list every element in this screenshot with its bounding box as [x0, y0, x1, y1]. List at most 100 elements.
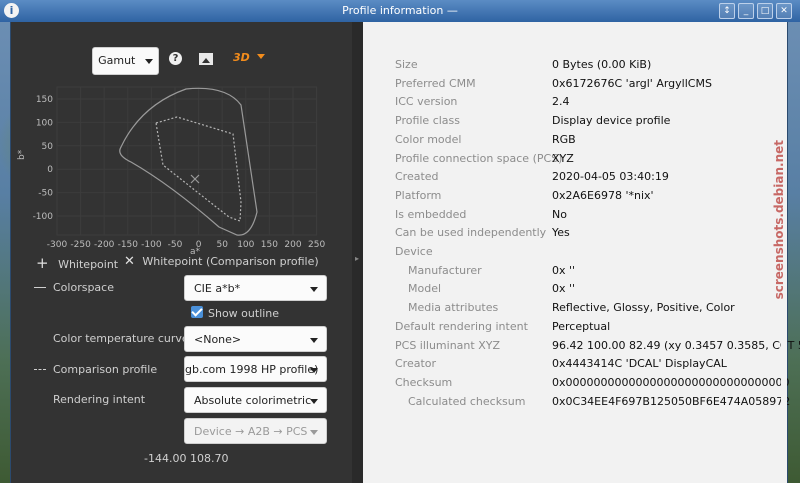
property-key: Can be used independently [395, 226, 547, 240]
comparison-profile-select[interactable]: gb.com 1998 HP profile) [184, 356, 327, 382]
property-row: Created 2020-04-05 03:40:19 [363, 167, 787, 186]
rendering-intent-value: Absolute colorimetric [194, 394, 312, 407]
pane-splitter[interactable]: ▸ [352, 22, 363, 483]
property-key: Color model [395, 132, 462, 146]
property-row: Default rendering intent Perceptual [363, 317, 787, 336]
x-tick-label: 150 [261, 240, 278, 250]
show-outline-checkbox[interactable] [191, 306, 203, 318]
direction-value: Device → A2B → PCS [194, 425, 308, 438]
comparison-profile-label: Comparison profile [53, 363, 158, 376]
y-tick-label: 100 [36, 118, 53, 128]
property-row: Color model RGB [363, 130, 787, 149]
x-tick-label: -200 [94, 240, 115, 250]
3d-view-icon[interactable]: 3D [233, 51, 250, 64]
colorspace-value: CIE a*b* [194, 282, 241, 295]
solid-line-icon [34, 287, 46, 288]
x-tick-label: 200 [284, 240, 301, 250]
3d-dropdown-icon[interactable] [257, 54, 265, 59]
x-tick-label: -250 [70, 240, 91, 250]
minimize-icon[interactable]: _ [738, 3, 754, 19]
property-value: Display device profile [552, 114, 671, 128]
chevron-down-icon [310, 287, 318, 292]
property-value: 0x00000000000000000000000000000000 [552, 375, 790, 389]
show-outline-label: Show outline [208, 307, 280, 320]
property-key: Size [395, 58, 418, 71]
menu-icon[interactable]: ↕ [719, 3, 735, 19]
image-icon[interactable] [199, 53, 213, 65]
temp-curve-select[interactable]: <None> [184, 326, 327, 352]
property-key: Manufacturer [408, 263, 482, 277]
colorspace-select[interactable]: CIE a*b* [184, 275, 327, 301]
y-axis-label: b* [17, 149, 27, 160]
property-value: 0x2A6E6978 '*nix' [552, 188, 654, 202]
legend-whitepoint: + Whitepoint [36, 254, 119, 272]
rendering-intent-label: Rendering intent [53, 393, 146, 406]
property-value: 2020-04-05 03:40:19 [552, 170, 669, 184]
colorspace-label: Colorspace [53, 281, 114, 294]
property-value: XYZ [552, 151, 574, 165]
property-row: Model 0x '' [363, 279, 787, 298]
property-key: Profile class [395, 114, 461, 128]
property-row: Profile connection space (PCS) XYZ [363, 149, 787, 168]
title-bar[interactable]: i Profile information — ↕ _ □ ✕ [0, 0, 800, 22]
temp-curve-label: Color temperature curve [53, 332, 189, 345]
watermark-text: screenshots.debian.net [772, 140, 786, 300]
property-key: Creator [395, 357, 437, 371]
property-key: Is embedded [395, 207, 467, 221]
property-value: 2.4 [552, 95, 570, 109]
maximize-icon[interactable]: □ [757, 3, 773, 19]
close-icon[interactable]: ✕ [776, 3, 792, 19]
gamut-panel: Gamut ? 3D -300 -250 -200 -150 -100 -50 0 50 100… [11, 22, 352, 483]
help-icon[interactable]: ? [169, 52, 182, 65]
chevron-down-icon [310, 399, 318, 404]
property-row: Is embedded No [363, 205, 787, 224]
property-key: ICC version [395, 95, 458, 109]
property-value: Reflective, Glossy, Positive, Color [552, 301, 735, 315]
y-tick-label: -50 [38, 189, 53, 199]
property-key: PCS illuminant XYZ [395, 338, 500, 352]
property-value: 0x '' [552, 282, 576, 296]
property-value: 96.42 100.00 82.49 (xy 0.3457 0.3585, CC… [552, 338, 800, 352]
x-tick-label: 250 [308, 240, 325, 250]
property-row: Manufacturer 0x '' [363, 261, 787, 280]
property-key: Created [395, 170, 439, 184]
property-row: Device [363, 242, 787, 261]
x-tick-labels: -300 -250 -200 -150 -100 -50 0 50 100 150 200 250 [47, 240, 326, 250]
chevron-down-icon [310, 368, 318, 373]
plus-icon: + [36, 254, 49, 272]
legend-whitepoint-comparison: ✕ Whitepoint (Comparison profile) [124, 254, 319, 269]
gamut-plot[interactable]: -300 -250 -200 -150 -100 -50 0 50 100 150 200 250 1… [11, 77, 352, 262]
property-key: Calculated checksum [408, 394, 526, 408]
temp-curve-value: <None> [194, 333, 242, 346]
x-tick-label: 100 [237, 240, 254, 250]
property-key: Model [408, 282, 442, 296]
property-key: Default rendering intent [395, 319, 528, 333]
x-tick-label: -100 [141, 240, 162, 250]
property-value: 0x4443414C 'DCAL' DisplayCAL [552, 357, 727, 371]
gamut-menu-button[interactable]: Gamut [92, 47, 159, 75]
property-value: 0x6172676C 'argl' ArgyllCMS [552, 76, 712, 90]
y-tick-label: 50 [42, 142, 54, 152]
window-title: Profile information — [342, 4, 458, 17]
property-value: Yes [552, 226, 570, 240]
comparison-profile-value: gb.com 1998 HP profile) [185, 363, 319, 376]
plot-grid [56, 86, 318, 236]
property-row: Profile class Display device profile [363, 111, 787, 130]
property-value: 0x '' [552, 263, 576, 277]
property-value: No [552, 207, 567, 221]
property-key: Platform [395, 188, 442, 202]
property-row: Preferred CMM 0x6172676C 'argl' ArgyllCMS [363, 74, 787, 93]
property-row: Size 0 Bytes (0.00 KiB) [363, 55, 787, 74]
properties-panel[interactable]: Size 0 Bytes (0.00 KiB) Preferred CMM 0x617… [363, 22, 800, 483]
property-row: Platform 0x2A6E6978 '*nix' [363, 186, 787, 205]
y-tick-label: -100 [33, 212, 54, 222]
property-key: Device [395, 245, 433, 258]
property-key: Media attributes [408, 301, 499, 315]
x-tick-label: 50 [216, 240, 228, 250]
property-value: Perceptual [552, 319, 611, 333]
chevron-down-icon [310, 430, 318, 435]
x-tick-label: -300 [47, 240, 68, 250]
rendering-intent-select[interactable]: Absolute colorimetric [184, 387, 327, 413]
gamut-button-label: Gamut [98, 54, 136, 67]
chevron-down-icon [310, 338, 318, 343]
